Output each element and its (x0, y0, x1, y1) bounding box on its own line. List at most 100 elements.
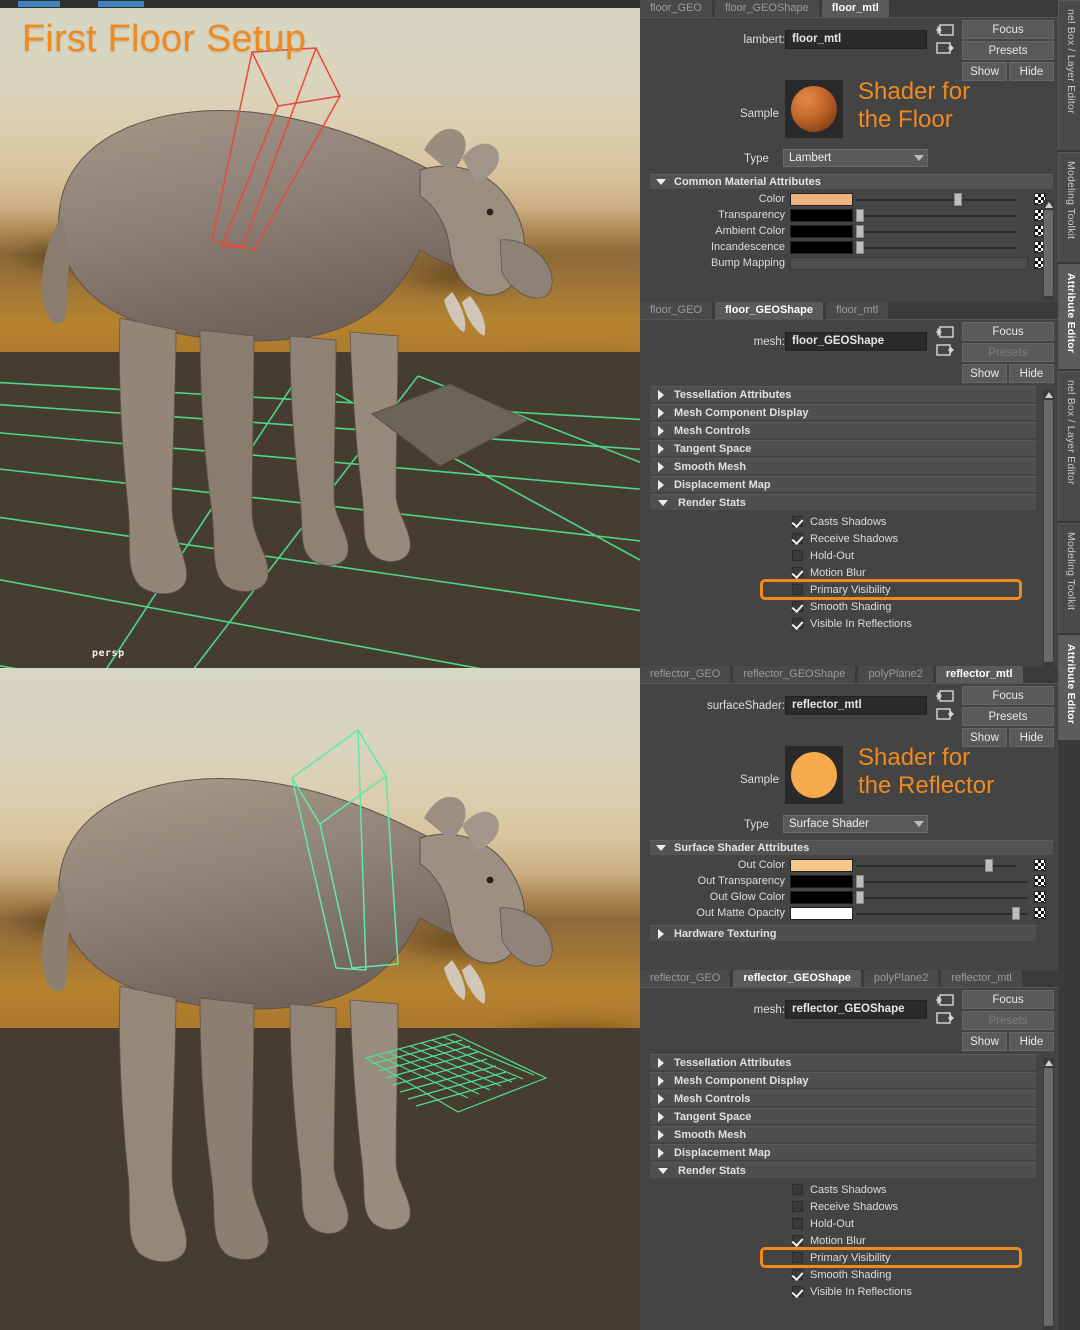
section-mesh-component-display[interactable]: Mesh Component Display (650, 404, 1036, 420)
connection-icons[interactable] (936, 23, 958, 59)
checkbox-motion-blur[interactable]: Motion Blur (640, 564, 1058, 581)
checkbox-icon[interactable] (792, 1184, 803, 1195)
output-connection-icon[interactable] (936, 1011, 954, 1025)
side-tab-channel-box-layer-editor-1[interactable]: nel Box / Layer Editor (1058, 0, 1080, 150)
side-tab-attribute-editor-1[interactable]: Attribute Editor (1058, 264, 1080, 369)
section-tessellation-attributes[interactable]: Tessellation Attributes (650, 1054, 1036, 1070)
focus-button[interactable]: Focus (962, 20, 1054, 39)
checkbox-icon[interactable] (792, 1218, 803, 1229)
tab-reflector-geo[interactable]: reflector_GEO (640, 666, 731, 683)
checkbox-hold-out[interactable]: Hold-Out (640, 547, 1058, 564)
checkbox-receive-shadows[interactable]: Receive Shadows (640, 1198, 1058, 1215)
section-tangent-space[interactable]: Tangent Space (650, 440, 1036, 456)
node-action-buttons[interactable]: Focus Presets Show Hide (962, 686, 1054, 749)
focus-button[interactable]: Focus (962, 322, 1054, 341)
checkbox-primary-visibility[interactable]: Primary Visibility (760, 579, 1022, 600)
vertical-tab-strip[interactable]: nel Box / Layer Editor Modeling Toolkit … (1058, 0, 1080, 1330)
side-tab-attribute-editor-2[interactable]: Attribute Editor (1058, 635, 1080, 740)
checkbox-primary-visibility[interactable]: Primary Visibility (760, 1247, 1022, 1268)
checkbox-visible-in-reflections[interactable]: Visible In Reflections (640, 1283, 1058, 1300)
attr-slider-handle[interactable] (954, 193, 962, 206)
checkbox-icon[interactable] (792, 601, 803, 612)
output-connection-icon[interactable] (936, 343, 954, 357)
attr-color[interactable]: Color (640, 193, 1058, 207)
tab-floor-mtl[interactable]: floor_mtl (826, 302, 889, 319)
attr-slider-handle[interactable] (856, 209, 864, 222)
connection-icons[interactable] (936, 993, 958, 1029)
attr-ambient-color[interactable]: Ambient Color (640, 225, 1058, 239)
presets-button[interactable]: Presets (962, 343, 1054, 362)
checkbox-visible-in-reflections[interactable]: Visible In Reflections (640, 615, 1058, 632)
attr-color-swatch[interactable] (790, 225, 853, 238)
light-manipulator-primary[interactable] (0, 0, 640, 668)
attr-color-swatch[interactable] (790, 209, 853, 222)
section-smooth-mesh[interactable]: Smooth Mesh (650, 1126, 1036, 1142)
input-connection-icon[interactable] (936, 993, 954, 1007)
node-tabs-reflector-shape[interactable]: reflector_GEO reflector_GEOShape polyPla… (640, 970, 1058, 988)
side-tab-modeling-toolkit-2[interactable]: Modeling Toolkit (1058, 523, 1080, 633)
node-action-buttons[interactable]: Focus Presets Show Hide (962, 20, 1054, 83)
checkbox-icon[interactable] (792, 1269, 803, 1280)
light-manipulator-secondary[interactable] (0, 668, 640, 1330)
scroll-up-arrow[interactable] (1043, 1058, 1054, 1067)
hide-button[interactable]: Hide (1009, 364, 1054, 383)
checkbox-smooth-shading[interactable]: Smooth Shading (640, 1266, 1058, 1283)
section-hardware-texturing[interactable]: Hardware Texturing (650, 925, 1036, 941)
section-surface-shader-attributes[interactable]: Surface Shader Attributes (650, 840, 1053, 855)
section-mesh-controls[interactable]: Mesh Controls (650, 1090, 1036, 1106)
node-name-input[interactable]: floor_GEOShape (785, 332, 927, 351)
section-displacement-map[interactable]: Displacement Map (650, 476, 1036, 492)
checkbox-icon[interactable] (792, 516, 803, 527)
section-render-stats[interactable]: Render Stats (650, 1162, 1036, 1178)
scrollbar-thumb[interactable] (1044, 1068, 1053, 1326)
attr-incandescence[interactable]: Incandescence (640, 241, 1058, 255)
focus-button[interactable]: Focus (962, 686, 1054, 705)
tab-polyplane2[interactable]: polyPlane2 (858, 666, 933, 683)
attr-slider-track[interactable] (856, 199, 1016, 201)
tab-floor-geoshape[interactable]: floor_GEOShape (714, 0, 819, 17)
section-tangent-space[interactable]: Tangent Space (650, 1108, 1036, 1124)
attr-slider-handle[interactable] (856, 225, 864, 238)
attr-transparency[interactable]: Transparency (640, 209, 1058, 223)
checkbox-smooth-shading[interactable]: Smooth Shading (640, 598, 1058, 615)
connection-icons[interactable] (936, 689, 958, 725)
tab-floor-geo[interactable]: floor_GEO (640, 0, 712, 17)
tab-reflector-mtl[interactable]: reflector_mtl (935, 666, 1023, 683)
scroll-up-arrow[interactable] (1043, 390, 1054, 399)
attr-slider-handle[interactable] (1012, 907, 1020, 920)
tab-reflector-mtl[interactable]: reflector_mtl (941, 970, 1022, 987)
presets-button[interactable]: Presets (962, 1011, 1054, 1030)
map-button-icon[interactable] (1034, 891, 1046, 903)
attr-slider-handle[interactable] (856, 891, 864, 904)
tab-reflector-geoshape[interactable]: reflector_GEOShape (733, 666, 856, 683)
section-render-stats[interactable]: Render Stats (650, 494, 1036, 510)
input-connection-icon[interactable] (936, 689, 954, 703)
type-dropdown[interactable]: Surface Shader (783, 815, 928, 833)
node-name-input[interactable]: reflector_GEOShape (785, 1000, 927, 1019)
checkbox-receive-shadows[interactable]: Receive Shadows (640, 530, 1058, 547)
viewport-secondary-light[interactable]: Secondary Light Reflector persp (0, 668, 640, 1330)
attr-out-glow-color[interactable]: Out Glow Color (640, 891, 1058, 905)
checkbox-hold-out[interactable]: Hold-Out (640, 1215, 1058, 1232)
attr-slider-track[interactable] (856, 247, 1016, 249)
section-smooth-mesh[interactable]: Smooth Mesh (650, 458, 1036, 474)
attr-bump-mapping[interactable]: Bump Mapping (640, 257, 1058, 271)
node-action-buttons[interactable]: Focus Presets Show Hide (962, 322, 1054, 385)
attr-out-transparency[interactable]: Out Transparency (640, 875, 1058, 889)
checkbox-motion-blur[interactable]: Motion Blur (640, 1232, 1058, 1249)
section-mesh-controls[interactable]: Mesh Controls (650, 422, 1036, 438)
attribute-scrollbar-4[interactable] (1043, 1058, 1054, 1330)
side-tab-channel-box-layer-editor-2[interactable]: nel Box / Layer Editor (1058, 371, 1080, 521)
attr-color-swatch[interactable] (790, 193, 853, 206)
checkbox-icon[interactable] (792, 550, 803, 561)
node-name-input[interactable]: reflector_mtl (785, 696, 927, 715)
node-tabs-floor-shape[interactable]: floor_GEO floor_GEOShape floor_mtl (640, 302, 1058, 320)
attr-color-swatch[interactable] (790, 875, 853, 888)
attr-slider-track[interactable] (856, 881, 1028, 883)
sample-swatch[interactable] (785, 746, 843, 804)
scrollbar-thumb[interactable] (1044, 210, 1053, 296)
tab-floor-mtl[interactable]: floor_mtl (821, 0, 889, 17)
viewport-first-floor[interactable]: First Floor Setup persp (0, 0, 640, 668)
tab-reflector-geoshape[interactable]: reflector_GEOShape (733, 970, 861, 987)
sample-swatch[interactable] (785, 80, 843, 138)
